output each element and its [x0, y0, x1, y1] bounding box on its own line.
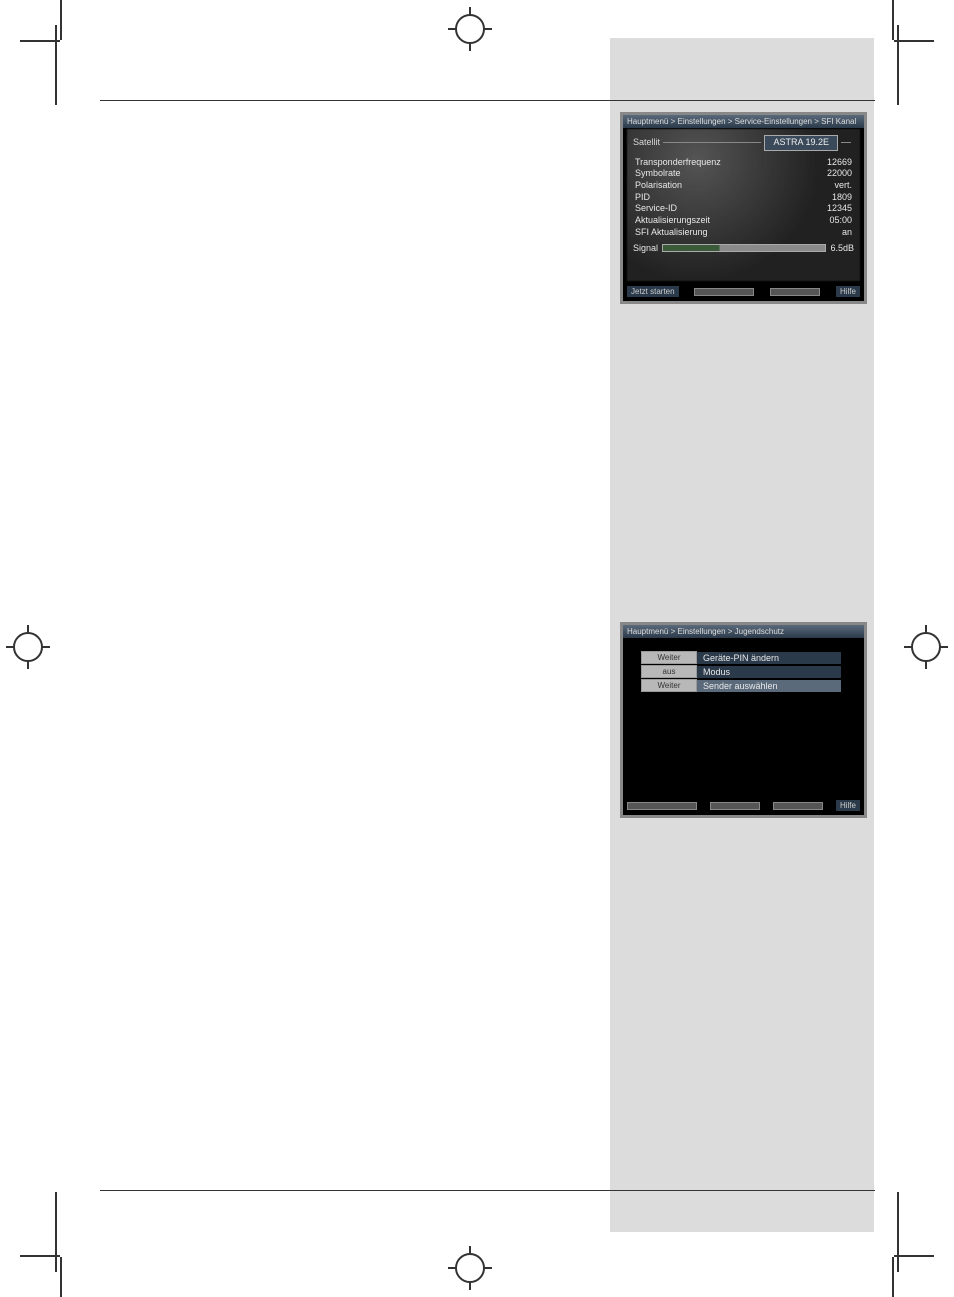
footer-bar — [627, 802, 697, 810]
satellite-value: ASTRA 19.2E — [764, 135, 838, 151]
menu-row-sender-auswaehlen: Weiter Sender auswählen — [641, 679, 841, 692]
footer-hilfe: Hilfe — [836, 800, 860, 811]
footer-bar — [773, 802, 823, 810]
row-sfi-aktualisierung: SFI Aktualisierungan — [633, 227, 854, 239]
row-polarisation: Polarisationvert. — [633, 180, 854, 192]
signal-bar — [662, 244, 826, 252]
screenshot-jugendschutz: Hauptmenü > Einstellungen > Jugendschutz… — [620, 622, 867, 818]
satellite-label: Satellit — [633, 137, 660, 149]
row-service-id: Service-ID12345 — [633, 203, 854, 215]
breadcrumb: Hauptmenü > Einstellungen > Jugendschutz — [623, 625, 864, 638]
row-pid: PID1809 — [633, 192, 854, 204]
footer-jetzt-starten: Jetzt starten — [627, 286, 679, 297]
footer-bar — [694, 288, 754, 296]
breadcrumb: Hauptmenü > Einstellungen > Service-Eins… — [623, 115, 864, 128]
signal-value: 6.5dB — [830, 243, 854, 255]
menu-row-modus: aus Modus — [641, 665, 841, 678]
row-transponder: Transponderfrequenz12669 — [633, 157, 854, 169]
signal-row: Signal 6.5dB — [633, 243, 854, 255]
menu-row-pin-aendern: Weiter Geräte-PIN ändern — [641, 651, 841, 664]
signal-label: Signal — [633, 243, 658, 255]
footer-bar — [770, 288, 820, 296]
footer-hilfe: Hilfe — [836, 286, 860, 297]
footer-bar — [710, 802, 760, 810]
row-symbolrate: Symbolrate22000 — [633, 168, 854, 180]
row-aktualisierungszeit: Aktualisierungszeit05:00 — [633, 215, 854, 227]
footer-rule — [100, 1190, 875, 1191]
header-rule — [100, 100, 875, 101]
screenshot-sfi-kanal: Hauptmenü > Einstellungen > Service-Eins… — [620, 112, 867, 304]
